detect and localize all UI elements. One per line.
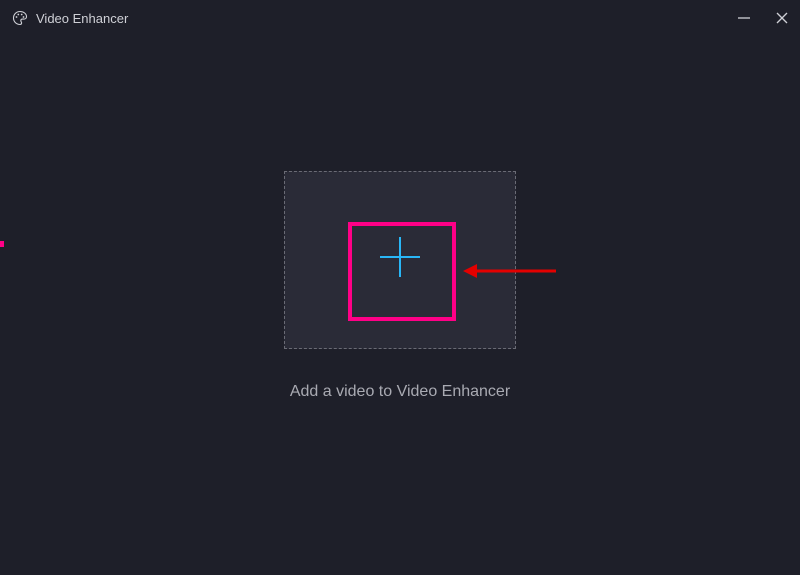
minimize-icon — [736, 10, 752, 26]
close-icon — [774, 10, 790, 26]
minimize-button[interactable] — [734, 8, 754, 28]
palette-icon — [12, 10, 28, 26]
app-title: Video Enhancer — [36, 11, 128, 26]
titlebar: Video Enhancer — [0, 0, 800, 36]
close-button[interactable] — [772, 8, 792, 28]
prompt-text: Add a video to Video Enhancer — [290, 383, 510, 401]
main-content: Add a video to Video Enhancer — [0, 36, 800, 575]
window-controls — [734, 0, 792, 36]
add-video-dropzone[interactable] — [284, 171, 516, 349]
plus-icon — [372, 229, 428, 290]
annotation-edge-marker — [0, 241, 4, 247]
